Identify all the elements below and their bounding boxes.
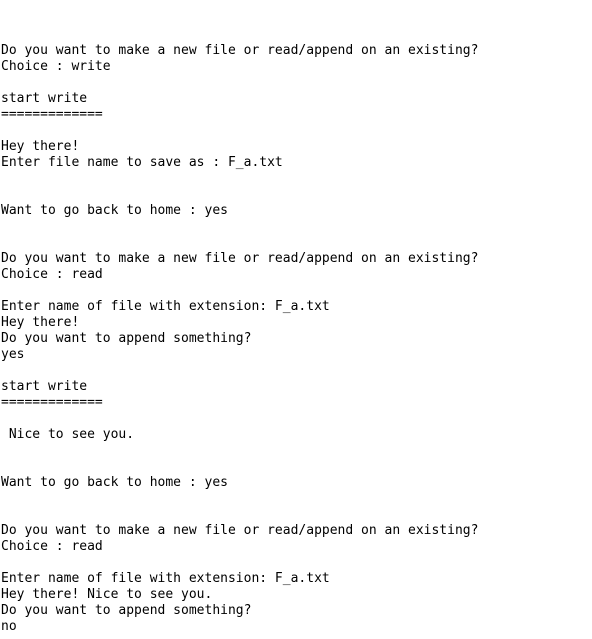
console-line: Do you want to append something? <box>1 603 252 618</box>
console-line: no <box>1 619 17 634</box>
console-line: Do you want to append something? <box>1 331 252 346</box>
console-line: Nice to see you. <box>1 427 135 442</box>
console-line: Choice : read <box>1 539 103 554</box>
console-line: Choice : read <box>1 267 103 282</box>
console-line: Hey there! <box>1 315 80 330</box>
console-line: Enter name of file with extension: F_a.t… <box>1 571 330 586</box>
console-line: Hey there! Nice to see you. <box>1 587 213 602</box>
console-line: start write <box>1 379 88 394</box>
console-line: ============= <box>1 107 103 122</box>
console-line: yes <box>1 347 25 362</box>
console-line: Do you want to make a new file or read/a… <box>1 523 479 538</box>
console-line: Enter file name to save as : F_a.txt <box>1 155 283 170</box>
console-line: Do you want to make a new file or read/a… <box>1 43 479 58</box>
console-line: Want to go back to home : yes <box>1 475 228 490</box>
console-line: Choice : write <box>1 59 111 74</box>
console-line: Enter name of file with extension: F_a.t… <box>1 299 330 314</box>
console-line: Do you want to make a new file or read/a… <box>1 251 479 266</box>
console-line: Want to go back to home : yes <box>1 203 228 218</box>
console-output: Do you want to make a new file or read/a… <box>1 0 591 635</box>
console-line: ============= <box>1 395 103 410</box>
console-line: start write <box>1 91 88 106</box>
console-line: Hey there! <box>1 139 80 154</box>
